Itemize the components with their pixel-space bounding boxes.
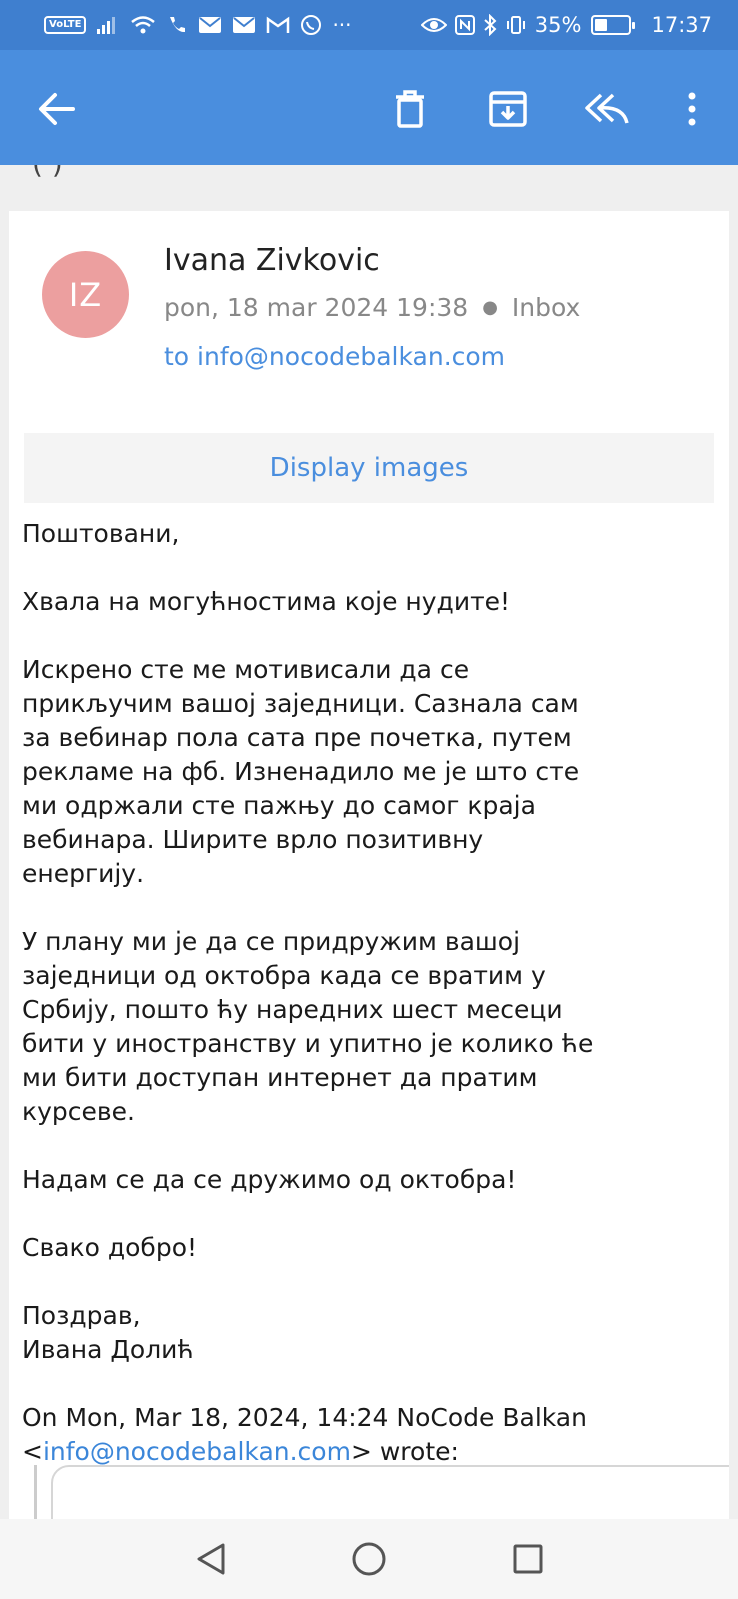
quote-header: On Mon, Mar 18, 2024, 14:24 NoCode Balka… [22,1403,587,1432]
body-line: рекламе на фб. Изненадило ме је што сте [22,757,580,786]
body-line: вебинара. Ширите врло позитивну [22,825,484,854]
body-line: Србију, пошто ћу наредних шест месеци [22,995,563,1024]
quote-lt: < [22,1437,43,1466]
quote-header-line-2: <info@nocodebalkan.com> wrote: [22,1435,712,1469]
body-line: Поздрав, [22,1301,141,1330]
navigation-bar [0,1519,738,1599]
body-line: Свако добро! [22,1233,198,1262]
body-line: У плану ми је да се придружим вашој [22,927,521,956]
battery-fill [595,19,607,31]
folder-label: Inbox [511,293,581,322]
bluetooth-icon [483,12,497,38]
previous-content-peek: ( ) [0,165,738,211]
body-line: Поштовани, [22,519,180,548]
recipient-line[interactable]: to info@nocodebalkan.com [164,342,505,371]
battery-icon [591,15,636,35]
avatar[interactable]: IZ [42,251,129,338]
quote-email-link[interactable]: info@nocodebalkan.com [43,1437,351,1466]
body-line: курсеве. [22,1097,135,1126]
volte-icon: VoLTE [44,16,87,34]
signal-icon [96,12,120,38]
nav-back-icon[interactable] [191,1539,231,1579]
email-card: IZ Ivana Zivkovic pon, 18 mar 2024 19:38… [9,211,729,1519]
more-vert-icon[interactable] [665,82,719,136]
email-meta: pon, 18 mar 2024 19:38 ● Inbox [164,293,580,322]
status-bar: VoLTE ··· 35% 17:37 [0,0,738,50]
more-notifications-icon: ··· [332,13,352,37]
battery-percent: 35% [534,13,582,37]
body-line: ми бити доступан интернет да пратим [22,1063,538,1092]
wifi-calling-icon [166,12,188,38]
separator-dot: ● [482,297,498,318]
wifi-icon [130,12,156,38]
quoted-message-box [51,1465,729,1519]
body-line: за вебинар пола сата пре почетка, путем [22,723,572,752]
signature: Ивана Долић [22,1335,194,1364]
quote-wrote: > wrote: [350,1437,459,1466]
back-arrow-icon[interactable] [30,82,84,136]
body-line: бити у иностранству и упитно је колико ћ… [22,1029,594,1058]
nav-home-icon[interactable] [349,1539,389,1579]
clock: 17:37 [651,13,712,37]
email-date: pon, 18 mar 2024 19:38 [164,293,469,322]
whatsapp-icon [300,12,322,38]
trash-icon[interactable] [383,82,437,136]
reply-icon[interactable] [580,82,634,136]
body-line: ми одржали сте пажњу до самог краја [22,791,536,820]
app-bar [0,50,738,165]
archive-icon[interactable] [481,82,535,136]
sender-name[interactable]: Ivana Zivkovic [164,243,380,278]
body-line: Искрено сте ме мотивисали да се [22,655,470,684]
nfc-icon [454,12,475,38]
body-line: енергију. [22,859,145,888]
gmail-icon [266,12,290,38]
body-line: Хвала на могућностима које нудите! [22,587,511,616]
nav-recents-icon[interactable] [508,1539,548,1579]
peek-text: ( ) [32,165,63,180]
mail-icon-2 [232,12,256,38]
body-line: прикључим вашој заједници. Сазнала сам [22,689,579,718]
mail-icon [198,12,222,38]
body-line: заједници од октобра када се вратим у [22,961,546,990]
body-line: Надам се да се дружимо од октобра! [22,1165,517,1194]
vibrate-icon [505,12,527,38]
display-images-button[interactable]: Display images [24,433,714,503]
email-body: Поштовани, Хвала на могућностима које ну… [22,517,712,1469]
eye-icon [420,12,447,38]
quote-bar [34,1465,37,1519]
